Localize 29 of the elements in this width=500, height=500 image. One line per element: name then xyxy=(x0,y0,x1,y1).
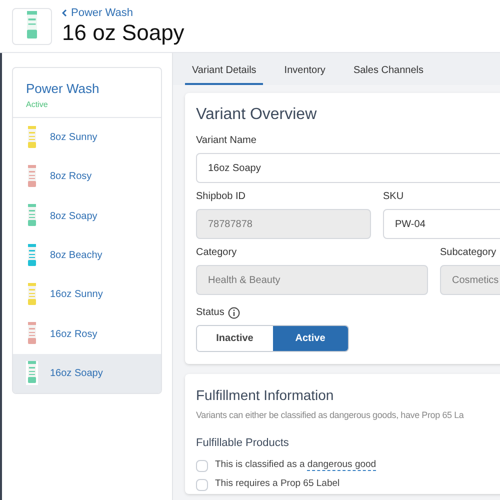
subsection-title: Fulfillable Products xyxy=(196,436,290,450)
variant-item[interactable]: 16oz Soapy xyxy=(13,354,161,394)
input-field[interactable]: 16oz Soapy xyxy=(196,153,500,183)
tab[interactable]: Inventory xyxy=(277,57,332,85)
field-label: Shipbob ID xyxy=(196,191,246,203)
info-icon[interactable] xyxy=(228,306,240,318)
checkbox[interactable] xyxy=(196,460,208,472)
tab[interactable]: Sales Channels xyxy=(346,57,430,85)
section-title: Fulfillment Information xyxy=(196,386,335,404)
field-label: Subcategory xyxy=(440,247,498,259)
section-title: Variant Overview xyxy=(196,105,318,125)
field-label: Variant Name xyxy=(196,135,258,147)
field-label: Status xyxy=(196,306,224,320)
status-option[interactable]: Active xyxy=(272,326,348,351)
checkbox-label: This requires a Prop 65 Label xyxy=(215,477,340,492)
tab[interactable]: Variant Details xyxy=(185,57,264,85)
checkbox-label: This is classified as a dangerous good xyxy=(215,458,376,473)
tube-icon xyxy=(25,11,39,41)
back-link[interactable]: Power Wash xyxy=(62,6,184,20)
input-field[interactable]: PW-04 xyxy=(383,209,500,239)
description-text: Variants can either be classified as dangerous goods, have Prop 65 La xyxy=(196,409,465,422)
checkbox[interactable] xyxy=(196,478,208,490)
field-label: SKU xyxy=(383,191,405,203)
field-label: Category xyxy=(196,247,238,259)
status-label: Active xyxy=(26,100,49,110)
tooltip-term[interactable]: dangerous good xyxy=(307,459,376,472)
chevron-left-icon xyxy=(62,9,67,17)
page-title: 16 oz Soapy xyxy=(62,20,184,46)
product-name: Power Wash xyxy=(26,81,100,97)
